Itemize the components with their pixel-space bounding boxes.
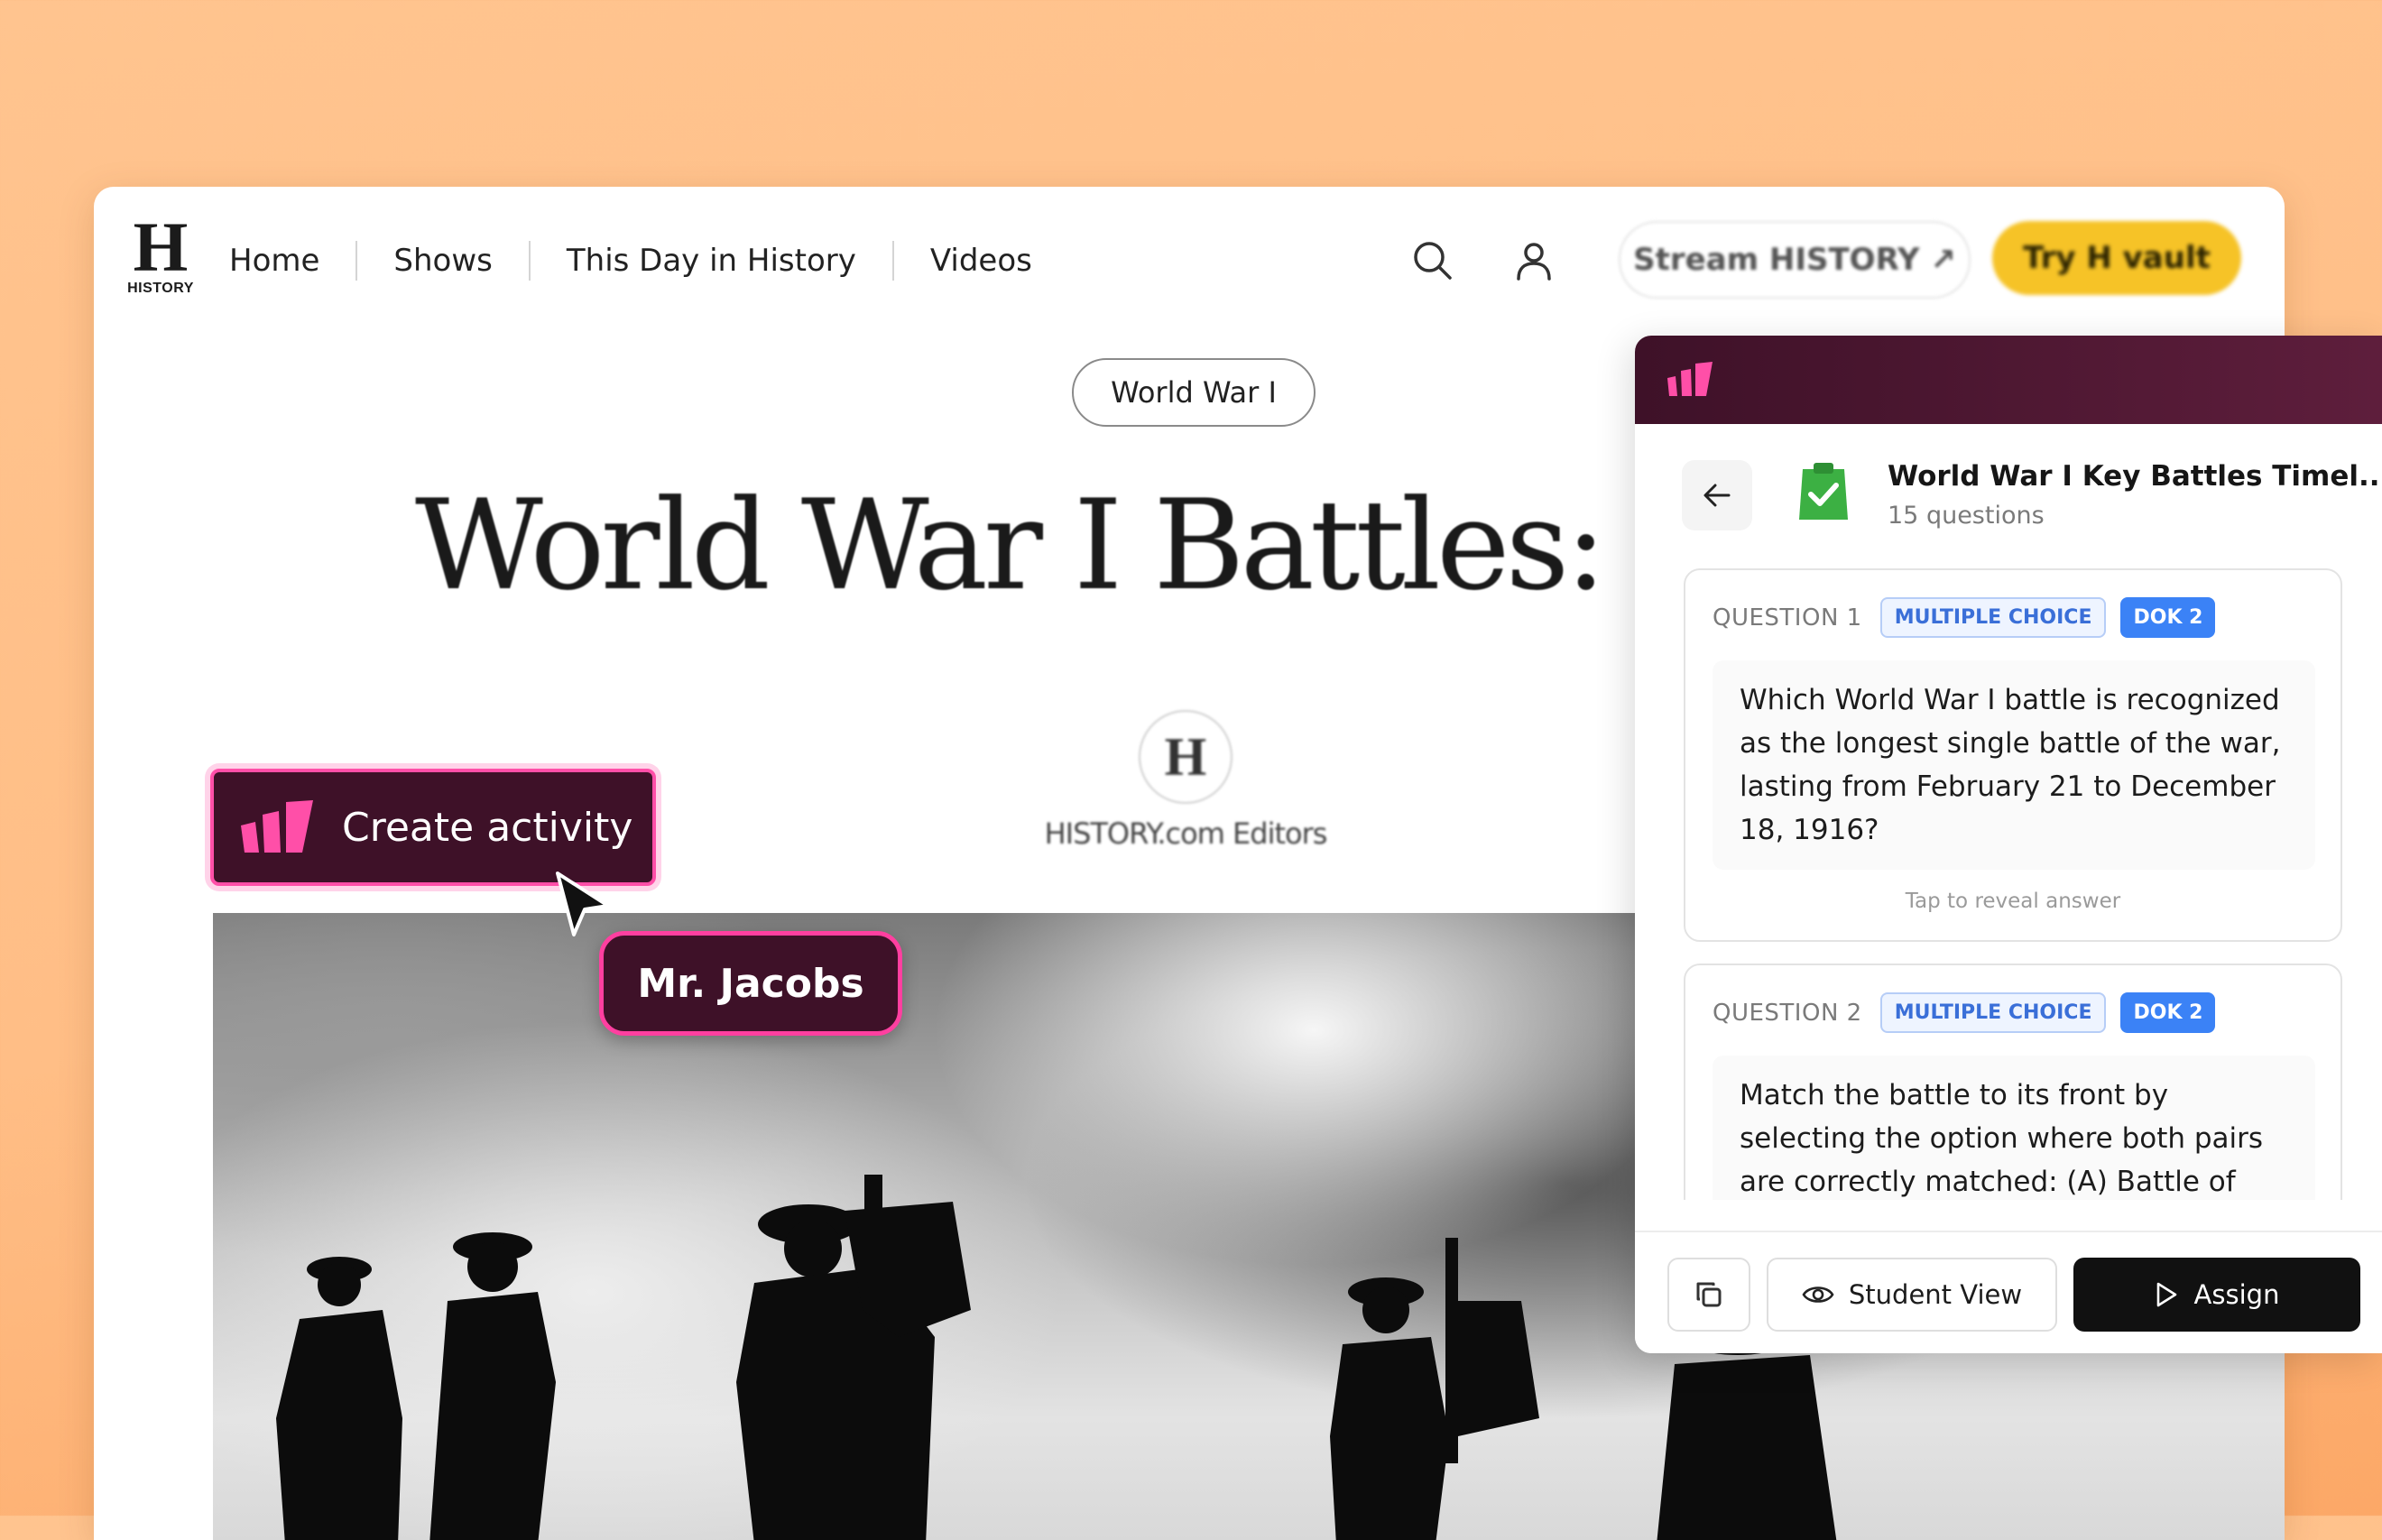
nav-shows[interactable]: Shows [355,241,528,281]
assign-label: Assign [2193,1279,2280,1310]
back-arrow-icon [1703,484,1731,507]
main-nav: Home Shows This Day in History Videos [229,241,1068,281]
author-avatar: H [1139,710,1233,804]
dok-badge: DOK 2 [2120,992,2216,1033]
question-text: Match the battle to its front by selecti… [1713,1056,2315,1200]
nav-this-day-in-history[interactable]: This Day in History [528,241,892,281]
search-icon[interactable] [1404,232,1462,290]
activity-panel: World War I Key Battles Timel... 15 ques… [1635,336,2382,1353]
copy-button[interactable] [1667,1258,1750,1332]
brand-bars-icon [1667,362,1713,396]
user-name-badge: Mr. Jacobs [599,931,902,1036]
question-card[interactable]: QUESTION 1 MULTIPLE CHOICE DOK 2 Which W… [1684,568,2342,942]
try-vault-button[interactable]: Try H vault [1992,221,2241,295]
topic-tag[interactable]: World War I [1072,358,1316,427]
question-text: Which World War I battle is recognized a… [1713,660,2315,870]
activity-header: World War I Key Battles Timel... 15 ques… [1635,424,2382,559]
activity-title: World War I Key Battles Timel... [1888,460,2382,493]
reveal-answer-link[interactable]: Tap to reveal answer [1685,890,2340,913]
create-activity-button[interactable]: Create activity [210,769,656,886]
author-name[interactable]: HISTORY.com Editors [1032,816,1339,851]
question-type-badge: MULTIPLE CHOICE [1879,992,2107,1033]
eye-icon [1802,1286,1834,1303]
brand-bars-icon [241,800,313,853]
nav-videos[interactable]: Videos [891,241,1068,281]
play-icon [2156,1282,2176,1307]
assign-button[interactable]: Assign [2073,1258,2360,1332]
question-card[interactable]: QUESTION 2 MULTIPLE CHOICE DOK 2 Match t… [1684,964,2342,1200]
copy-icon [1696,1282,1722,1307]
site-header: H HISTORY Home Shows This Day in History… [94,187,2285,331]
dok-badge: DOK 2 [2120,597,2216,638]
question-number: QUESTION 2 [1713,999,1862,1027]
question-header: QUESTION 1 MULTIPLE CHOICE DOK 2 [1713,597,2216,638]
question-type-badge: MULTIPLE CHOICE [1879,597,2107,638]
cursor-icon [556,871,610,936]
author-block: H HISTORY.com Editors [1032,710,1339,851]
question-list[interactable]: QUESTION 1 MULTIPLE CHOICE DOK 2 Which W… [1635,559,2382,1200]
history-logo[interactable]: H HISTORY [126,207,195,297]
question-header: QUESTION 2 MULTIPLE CHOICE DOK 2 [1713,992,2216,1033]
create-activity-label: Create activity [342,804,633,851]
user-icon[interactable] [1505,232,1563,290]
logo-text: HISTORY [127,281,194,296]
stream-history-button[interactable]: Stream HISTORY ↗ [1619,221,1971,299]
question-number: QUESTION 1 [1713,604,1862,632]
back-button[interactable] [1682,460,1752,530]
student-view-label: Student View [1848,1279,2023,1310]
nav-home[interactable]: Home [229,241,355,281]
logo-letter: H [133,207,189,286]
panel-header-bar [1635,336,2382,424]
question-count: 15 questions [1888,502,2045,530]
clipboard-check-icon [1799,463,1848,520]
student-view-button[interactable]: Student View [1767,1258,2057,1332]
panel-footer: Student View Assign [1635,1231,2382,1353]
